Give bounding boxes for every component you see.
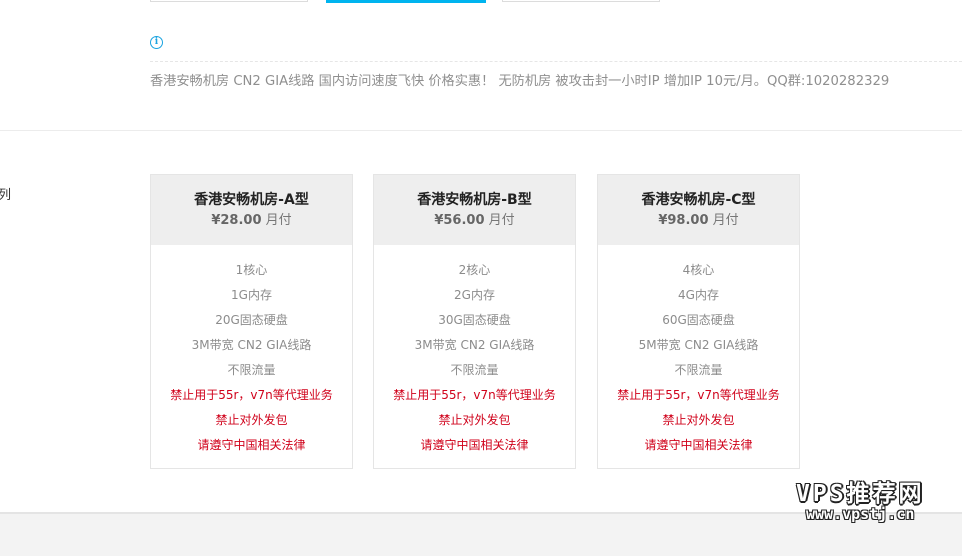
billing-cycle: 月付 — [712, 213, 739, 228]
feature-ram: 4G内存 — [678, 288, 719, 302]
feature-ram: 2G内存 — [454, 288, 495, 302]
feature-traffic: 不限流量 — [674, 363, 723, 377]
tab-3[interactable] — [502, 0, 660, 2]
price-amount: ¥98.00 — [658, 213, 709, 228]
tab-1[interactable] — [150, 0, 308, 2]
feature-disk: 60G固态硬盘 — [662, 313, 735, 327]
warning-proxy: 禁止用于55r，v7n等代理业务 — [393, 388, 556, 402]
section-divider — [0, 130, 962, 131]
feature-bandwidth: 3M带宽 CN2 GIA线路 — [191, 338, 312, 352]
feature-bandwidth: 5M带宽 CN2 GIA线路 — [638, 338, 759, 352]
info-icon: i — [150, 36, 163, 49]
feature-list: 2核心 2G内存 30G固态硬盘 3M带宽 CN2 GIA线路 不限流量 禁止用… — [374, 245, 575, 458]
price-amount: ¥56.00 — [434, 213, 485, 228]
warning-law: 请遵守中国相关法律 — [420, 438, 529, 452]
feature-cpu: 1核心 — [235, 263, 268, 277]
feature-traffic: 不限流量 — [450, 363, 499, 377]
card-header: 香港安畅机房-A型 ¥28.00 月付 — [151, 175, 352, 245]
warning-flood: 禁止对外发包 — [215, 413, 288, 427]
feature-cpu: 2核心 — [458, 263, 491, 277]
feature-ram: 1G内存 — [231, 288, 272, 302]
feature-list: 1核心 1G内存 20G固态硬盘 3M带宽 CN2 GIA线路 不限流量 禁止用… — [151, 245, 352, 458]
billing-cycle: 月付 — [265, 213, 292, 228]
product-title: 香港安畅机房-A型 — [194, 192, 309, 208]
warning-proxy: 禁止用于55r，v7n等代理业务 — [170, 388, 333, 402]
product-card-b[interactable]: 香港安畅机房-B型 ¥56.00 月付 2核心 2G内存 30G固态硬盘 3M带… — [373, 174, 576, 469]
product-card-a[interactable]: 香港安畅机房-A型 ¥28.00 月付 1核心 1G内存 20G固态硬盘 3M带… — [150, 174, 353, 469]
product-title: 香港安畅机房-C型 — [641, 192, 756, 208]
warning-proxy: 禁止用于55r，v7n等代理业务 — [617, 388, 780, 402]
card-header: 香港安畅机房-B型 ¥56.00 月付 — [374, 175, 575, 245]
product-title: 香港安畅机房-B型 — [417, 192, 532, 208]
product-price: ¥56.00 月付 — [374, 212, 575, 230]
warning-law: 请遵守中国相关法律 — [644, 438, 753, 452]
product-card-c[interactable]: 香港安畅机房-C型 ¥98.00 月付 4核心 4G内存 60G固态硬盘 5M带… — [597, 174, 800, 469]
sidebar-label: 列 — [0, 188, 12, 203]
notice-divider — [150, 61, 962, 62]
warning-flood: 禁止对外发包 — [662, 413, 735, 427]
feature-cpu: 4核心 — [682, 263, 715, 277]
warning-flood: 禁止对外发包 — [438, 413, 511, 427]
watermark-url: www.vpstj.cn — [806, 505, 915, 523]
tab-active[interactable] — [326, 0, 486, 3]
price-amount: ¥28.00 — [211, 213, 262, 228]
feature-list: 4核心 4G内存 60G固态硬盘 5M带宽 CN2 GIA线路 不限流量 禁止用… — [598, 245, 799, 458]
card-header: 香港安畅机房-C型 ¥98.00 月付 — [598, 175, 799, 245]
feature-disk: 30G固态硬盘 — [438, 313, 511, 327]
feature-bandwidth: 3M带宽 CN2 GIA线路 — [414, 338, 535, 352]
warning-law: 请遵守中国相关法律 — [197, 438, 306, 452]
billing-cycle: 月付 — [488, 213, 515, 228]
notice-text: 香港安畅机房 CN2 GIA线路 国内访问速度飞快 价格实惠！ 无防机房 被攻击… — [150, 74, 890, 89]
product-price: ¥28.00 月付 — [151, 212, 352, 230]
feature-traffic: 不限流量 — [227, 363, 276, 377]
watermark-title: VPS推荐网 — [796, 481, 925, 507]
product-price: ¥98.00 月付 — [598, 212, 799, 230]
feature-disk: 20G固态硬盘 — [215, 313, 288, 327]
